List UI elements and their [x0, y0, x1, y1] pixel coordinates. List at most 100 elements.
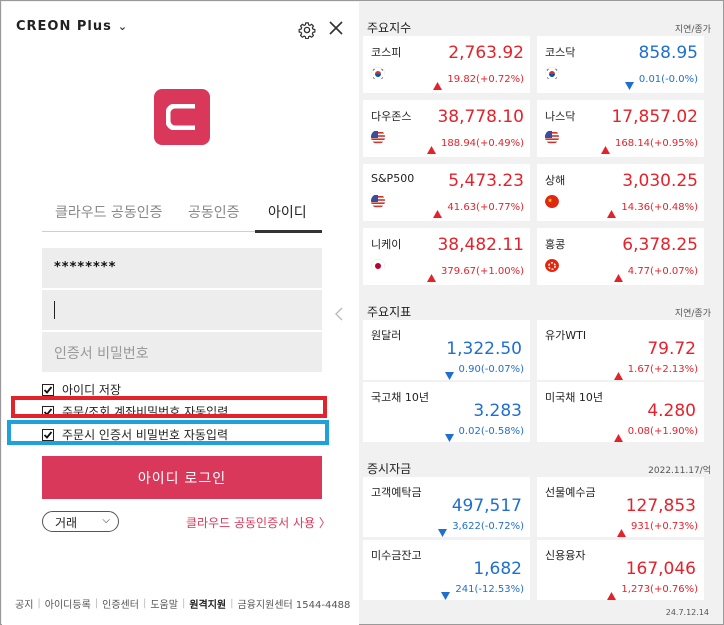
fund-change: 931(+0.73%) [630, 521, 698, 532]
indicator-name: 국고채 10년 [371, 391, 429, 404]
fund-name: 고객예탁금 [371, 486, 422, 499]
fund-change: 1,273(+0.76%) [621, 584, 698, 595]
index-card[interactable]: 나스닥 17,857.02 168.14(+0.95%) [537, 100, 704, 157]
index-value: 6,378.25 [622, 235, 698, 255]
index-card[interactable]: 코스피 2,763.92 19.82(+0.72%) [363, 36, 530, 93]
triangle-up-icon [433, 203, 443, 218]
flag-kr-icon [545, 66, 559, 80]
fund-change: 241(-12.53%) [455, 584, 524, 595]
indicator-value: 1,322.50 [446, 339, 522, 359]
indicator-card[interactable]: 원달러 1,322.50 0.90(-0.07%) [363, 320, 530, 380]
index-value: 17,857.02 [611, 107, 698, 127]
index-value: 2,763.92 [448, 43, 524, 63]
password-field[interactable]: ******** [42, 248, 322, 288]
fund-card[interactable]: 미수금잔고 1,682 241(-12.53%) [363, 540, 530, 600]
fund-name: 미수금잔고 [371, 549, 422, 562]
tab-cert[interactable]: 공동인증 [188, 202, 240, 222]
triangle-down-icon [438, 522, 448, 537]
indicator-card[interactable]: 국고채 10년 3.283 0.02(-0.58%) [363, 382, 530, 442]
indicators-sub: 지연/종가 [674, 309, 711, 319]
footer-remote-support[interactable]: 원격지원 [189, 596, 226, 611]
index-change: 379.67(+1.00%) [441, 266, 524, 277]
version-label: 24.7.12.14 [665, 608, 709, 617]
index-name: 상해 [545, 174, 566, 187]
triangle-up-icon [607, 203, 617, 218]
footer-links: 공지 | 아이디등록 | 인증센터 | 도움말 | 원격지원 | 금융지원센터 … [15, 596, 351, 611]
index-name: 나스닥 [545, 110, 576, 123]
login-tabs: 클라우드 공동인증 공동인증 아이디 [42, 198, 322, 233]
index-name: 코스닥 [545, 46, 576, 59]
indicator-change: 1.67(+2.13%) [627, 364, 698, 375]
index-change: 19.82(+0.72%) [447, 74, 524, 85]
indicators-title: 주요지표 [367, 305, 412, 319]
index-change: 188.94(+0.49%) [441, 138, 524, 149]
indicator-change: 0.90(-0.07%) [458, 364, 524, 375]
cloud-cert-link[interactable]: 클라우드 공동인증서 사용 〉 [186, 514, 331, 531]
index-value: 858.95 [638, 43, 698, 63]
logo-c-icon [166, 104, 195, 130]
close-icon[interactable] [328, 20, 344, 36]
indicator-value: 79.72 [647, 339, 696, 359]
mode-select-value: 거래 [55, 516, 78, 530]
triangle-up-icon [427, 267, 437, 282]
indicator-card[interactable]: 유가WTI 79.72 1.67(+2.13%) [537, 320, 704, 380]
creon-logo [154, 89, 210, 145]
text-caret [54, 301, 55, 319]
index-value: 38,482.11 [437, 235, 524, 255]
footer-cert-center[interactable]: 인증센터 [102, 596, 139, 611]
index-name: 다우존스 [371, 110, 412, 123]
footer-help[interactable]: 도움말 [150, 596, 178, 611]
gear-icon[interactable] [298, 21, 316, 39]
fund-value: 167,046 [625, 559, 696, 579]
cert-password-field[interactable]: 인증서 비밀번호 [42, 332, 322, 372]
brand-menu[interactable]: CREON Plus ⌄ [16, 19, 128, 34]
chevron-left-icon[interactable] [334, 306, 344, 322]
indicator-name: 유가WTI [545, 329, 587, 342]
index-card[interactable]: 홍콩 6,378.25 4.77(+0.07%) [537, 228, 704, 285]
fund-value: 1,682 [473, 559, 522, 579]
flag-cn-icon [545, 194, 559, 208]
flag-us-icon [371, 194, 385, 208]
index-name: 홍콩 [545, 238, 566, 251]
flag-kr-icon [371, 66, 385, 80]
index-card[interactable]: 다우존스 38,778.10 188.94(+0.49%) [363, 100, 530, 157]
index-value: 3,030.25 [622, 171, 698, 191]
login-panel: CREON Plus ⌄ 클라우드 공동인증 공동인증 아이디 ********… [2, 2, 359, 625]
mode-select[interactable]: 거래 ⌵ [42, 511, 119, 532]
check-icon [43, 385, 53, 394]
footer-id-register[interactable]: 아이디등록 [45, 596, 91, 611]
id-field[interactable] [42, 290, 322, 330]
triangle-up-icon [613, 267, 623, 282]
index-card[interactable]: 니케이 38,482.11 379.67(+1.00%) [363, 228, 530, 285]
index-card[interactable]: S&P500 5,473.23 41.63(+0.77%) [363, 164, 530, 221]
fund-card[interactable]: 신용융자 167,046 1,273(+0.76%) [537, 540, 704, 600]
indicator-card[interactable]: 미국채 10년 4.280 0.08(+1.90%) [537, 382, 704, 442]
checkbox-box[interactable] [42, 383, 54, 396]
footer-notice[interactable]: 공지 [15, 596, 33, 611]
index-card[interactable]: 코스닥 858.95 0.01(-0.0%) [537, 36, 704, 93]
fund-card[interactable]: 선물예수금 127,853 931(+0.73%) [537, 477, 704, 537]
funds-sub: 2022.11.17/억 [648, 466, 711, 476]
index-card[interactable]: 상해 3,030.25 14.36(+0.48%) [537, 164, 704, 221]
fund-name: 신용융자 [545, 549, 586, 562]
indicator-change: 0.08(+1.90%) [627, 426, 698, 437]
triangle-up-icon [613, 365, 623, 380]
tab-cloud-cert[interactable]: 클라우드 공동인증 [55, 202, 163, 222]
id-login-button[interactable]: 아이디 로그인 [42, 456, 322, 499]
funds-title: 증시자금 [367, 462, 412, 476]
index-name: 니케이 [371, 238, 402, 251]
flag-us-icon [545, 130, 559, 144]
fund-card[interactable]: 고객예탁금 497,517 3,622(-0.72%) [363, 477, 530, 537]
triangle-down-icon [444, 365, 454, 380]
triangle-down-icon [624, 75, 634, 90]
index-value: 5,473.23 [448, 171, 524, 191]
triangle-up-icon [607, 585, 617, 600]
fund-value: 127,853 [625, 496, 696, 516]
tab-id[interactable]: 아이디 [268, 202, 307, 222]
brand-name: CREON Plus [16, 19, 112, 34]
triangle-up-icon [601, 139, 611, 154]
footer-finance-center[interactable]: 금융지원센터 1544-4488 [238, 596, 351, 611]
flag-us-icon [371, 130, 385, 144]
index-name: 코스피 [371, 46, 402, 59]
indicator-value: 4.280 [647, 401, 696, 421]
